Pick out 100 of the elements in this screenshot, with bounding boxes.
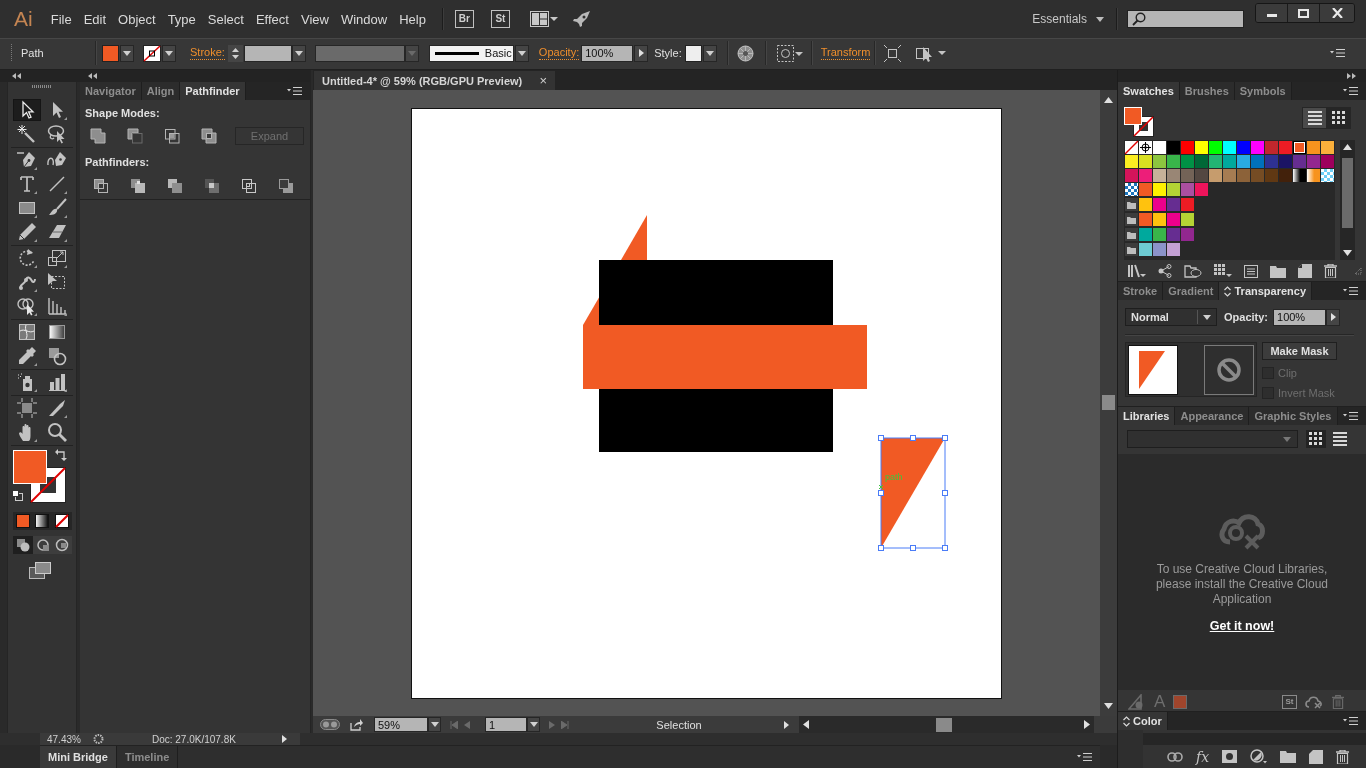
color-swatch-icon[interactable]: [1181, 228, 1194, 241]
app-launch-button[interactable]: Br: [454, 10, 474, 28]
view-button[interactable]: [1303, 108, 1326, 128]
triangle-right-icon[interactable]: [784, 720, 789, 729]
resize-handle[interactable]: [910, 544, 916, 551]
view-button[interactable]: [1330, 430, 1350, 448]
color-swatch-icon[interactable]: [1153, 169, 1166, 182]
opacity-slider-button[interactable]: [634, 44, 649, 62]
minus-back-squares-icon[interactable]: [278, 178, 294, 194]
color-swatch-icon[interactable]: [1307, 155, 1320, 168]
color-swatch-icon[interactable]: [1209, 169, 1222, 182]
color-swatch-icon[interactable]: [1139, 155, 1152, 168]
no-stroke-swatch-icon[interactable]: [143, 44, 161, 62]
double-triangle-icon[interactable]: [12, 73, 21, 79]
view-button[interactable]: [1306, 430, 1326, 448]
color-mode-icon[interactable]: [15, 514, 30, 528]
scroll-up-icon[interactable]: [1104, 97, 1113, 103]
panel-tab[interactable]: Appearance: [1175, 407, 1250, 425]
graphic-style-swatch-icon[interactable]: [684, 44, 702, 62]
registration-swatch-icon[interactable]: [1139, 141, 1152, 154]
color-swatch-icon[interactable]: [1139, 243, 1152, 256]
color-swatch-icon[interactable]: [1195, 169, 1208, 182]
half-circle-icon[interactable]: [1250, 749, 1268, 764]
panel-menu-icon[interactable]: [287, 86, 302, 96]
color-wheel-icon[interactable]: [736, 44, 754, 62]
triangle-corner-shape[interactable]: [583, 297, 599, 325]
panel-tab[interactable]: Symbols: [1234, 82, 1292, 100]
color-swatch-icon[interactable]: [1125, 169, 1138, 182]
folder-icon[interactable]: [1280, 750, 1297, 763]
color-swatch-icon[interactable]: [1237, 155, 1250, 168]
trim-squares-icon[interactable]: [130, 178, 146, 194]
resize-handle[interactable]: [878, 544, 884, 551]
intersect-squares-icon[interactable]: [164, 128, 180, 144]
scroll-up-icon[interactable]: [1343, 144, 1352, 150]
resize-grip-icon[interactable]: [1354, 267, 1362, 275]
color-swatch-icon[interactable]: [1321, 141, 1334, 154]
screen-mode-icon[interactable]: [29, 562, 51, 579]
menu-item[interactable]: Type: [167, 12, 196, 26]
color-swatch-icon[interactable]: [1293, 155, 1306, 168]
panel-tab[interactable]: Stroke: [1118, 282, 1164, 300]
color-swatch-icon[interactable]: [1167, 228, 1180, 241]
scroll-right-icon[interactable]: [1084, 720, 1090, 729]
color-swatch-icon[interactable]: [1181, 183, 1194, 196]
color-swatch-icon[interactable]: [1153, 243, 1166, 256]
app-launch-button[interactable]: St: [490, 10, 510, 28]
color-swatch-icon[interactable]: [1139, 183, 1152, 196]
resize-handle[interactable]: [878, 489, 884, 496]
get-it-now-link[interactable]: Get it now!: [1209, 619, 1275, 633]
draw-mode-button[interactable]: [13, 536, 33, 554]
color-swatch-icon[interactable]: [1139, 198, 1152, 211]
stroke-link[interactable]: Stroke:: [190, 46, 225, 60]
box-corners-icon[interactable]: [884, 44, 902, 62]
color-swatch-icon[interactable]: [1265, 169, 1278, 182]
close-button[interactable]: [1320, 4, 1354, 22]
folder-icon[interactable]: [1125, 198, 1138, 211]
panel-tab[interactable]: Transparency: [1219, 282, 1313, 300]
panel-tab[interactable]: Graphic Styles: [1249, 407, 1338, 425]
link-icon[interactable]: [1167, 751, 1183, 762]
color-swatch-icon[interactable]: [1209, 141, 1222, 154]
folder-icon[interactable]: [1125, 228, 1138, 241]
list-options-icon[interactable]: [1244, 264, 1258, 278]
opacity-link[interactable]: Opacity:: [538, 46, 580, 60]
menu-item[interactable]: Window: [340, 12, 388, 26]
menu-item[interactable]: File: [50, 12, 72, 26]
color-swatch-icon[interactable]: [1265, 155, 1278, 168]
none-mode-icon[interactable]: [55, 514, 70, 528]
divide-squares-icon[interactable]: [93, 178, 109, 194]
cloud-sync-icon[interactable]: [1305, 694, 1322, 709]
panel-tab[interactable]: Timeline: [116, 746, 179, 768]
scroll-down-icon[interactable]: [1104, 703, 1113, 709]
menu-item[interactable]: View: [300, 12, 329, 26]
share-nodes-icon[interactable]: [1158, 264, 1172, 278]
panel-tab[interactable]: Swatches: [1118, 82, 1180, 100]
color-swatch-icon[interactable]: [1195, 155, 1208, 168]
color-swatch-icon[interactable]: [1321, 155, 1334, 168]
make-mask-button[interactable]: Make Mask: [1262, 342, 1337, 360]
rocket-icon[interactable]: [572, 11, 591, 27]
color-swatch-icon[interactable]: [1153, 183, 1166, 196]
style-dropdown-button[interactable]: [702, 44, 717, 62]
folder-cloud-icon[interactable]: [1184, 264, 1202, 278]
merge-squares-icon[interactable]: [167, 178, 183, 194]
opacity-field[interactable]: 100%: [581, 44, 634, 62]
triangle-tip-shape[interactable]: [621, 214, 647, 260]
panel-menu-icon[interactable]: [1343, 411, 1358, 421]
panel-menu-icon[interactable]: [1343, 286, 1358, 296]
new-page-icon[interactable]: [1309, 749, 1324, 764]
panel-tab[interactable]: Gradient: [1163, 282, 1220, 300]
color-swatch-icon[interactable]: [1153, 141, 1166, 154]
width-profile-field[interactable]: [314, 44, 405, 62]
toggle-icon[interactable]: [320, 719, 340, 730]
color-swatch-icon[interactable]: [1167, 213, 1180, 226]
folder-icon[interactable]: [1125, 213, 1138, 226]
panel-tab[interactable]: Brushes: [1179, 82, 1235, 100]
brush-definition-dropdown[interactable]: Basic: [428, 44, 514, 62]
layout-grid-icon[interactable]: [529, 11, 558, 27]
color-swatch-icon[interactable]: [1279, 141, 1292, 154]
maximize-button[interactable]: [1288, 4, 1320, 22]
zoom-dropdown-button[interactable]: [428, 717, 441, 732]
fill-swatch-icon[interactable]: [102, 44, 119, 62]
color-swatch-icon[interactable]: [1209, 155, 1222, 168]
